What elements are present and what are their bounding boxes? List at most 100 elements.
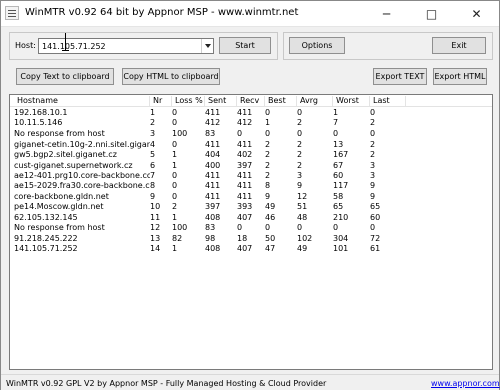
column-avrg[interactable]: Avrg [297,96,333,106]
table-cell: 210 [333,213,349,222]
table-cell: 83 [205,129,216,138]
table-cell: 2 [265,150,271,159]
table-row[interactable]: core-backbone.gldn.net 9 0 411 411 9 12 58 9 [10,192,492,202]
table-cell: 12 [297,192,308,201]
table-row[interactable]: 141.105.71.252 14 1 408 407 47 49 101 61 [10,244,492,254]
column-last[interactable]: Last [370,96,406,106]
table-cell: 61 [370,244,381,253]
table-cell: 7 [150,171,156,180]
column-worst[interactable]: Worst [333,96,370,106]
table-row[interactable]: 10.11.5.146 2 0 412 412 1 2 7 2 [10,118,492,128]
table-cell: 408 [205,244,221,253]
status-text: WinMTR v0.92 GPL V2 by Appnor MSP - Full… [6,379,327,388]
table-cell: 2 [297,118,303,127]
table-cell: 2 [370,118,376,127]
table-cell: 411 [205,192,221,201]
table-cell: 5 [150,150,156,159]
table-cell: 3 [150,129,156,138]
close-button[interactable]: ✕ [454,1,499,27]
table-cell: No response from host [14,129,105,138]
table-row[interactable]: pe14.Moscow.gldn.net 10 2 397 393 49 51 65 65 [10,202,492,212]
copy-text-button[interactable]: Copy Text to clipboard [16,68,114,85]
chevron-down-icon[interactable] [201,39,213,53]
table-cell: 47 [265,244,276,253]
table-cell: 46 [265,213,276,222]
table-cell: 7 [333,118,339,127]
table-cell: 49 [265,202,276,211]
column-loss[interactable]: Loss % [172,96,205,106]
table-row[interactable]: ae12-401.prg10.core-backbone.com 7 0 411 411… [10,171,492,181]
table-cell: 6 [150,161,156,170]
table-cell: 2 [297,150,303,159]
column-recv[interactable]: Recv [237,96,265,106]
table-cell: 48 [297,213,308,222]
table-cell: 408 [205,213,221,222]
table-cell: 141.105.71.252 [14,244,78,253]
table-cell: 0 [172,171,178,180]
column-nr[interactable]: Nr [150,96,172,106]
table-cell: 2 [370,150,376,159]
copy-html-button[interactable]: Copy HTML to clipboard [122,68,220,85]
table-cell: 8 [150,181,156,190]
table-cell: 2 [150,118,156,127]
export-html-button[interactable]: Export HTML [433,68,487,85]
table-cell: giganet-cetin.10g-2.nni.sitel.giganet.cz [14,140,150,149]
table-cell: 0 [172,181,178,190]
table-row[interactable]: 91.218.245.222 13 82 98 18 50 102 304 72 [10,234,492,244]
options-button[interactable]: Options [289,37,345,54]
table-cell: 0 [172,108,178,117]
table-cell: 400 [205,161,221,170]
table-body: 192.168.10.1 1 0 411 411 0 0 1 0 10.11.5.146 2 0 412… [10,108,492,369]
exit-button[interactable]: Exit [432,37,486,54]
table-cell: 100 [172,129,188,138]
table-cell: 1 [172,244,178,253]
table-cell: 2 [265,161,271,170]
export-text-button[interactable]: Export TEXT [373,68,427,85]
table-cell: 50 [265,234,276,243]
start-button[interactable]: Start [219,37,271,54]
table-cell: 60 [370,213,381,222]
column-hostname[interactable]: Hostname [14,96,150,106]
table-cell: 65 [370,202,381,211]
table-row[interactable]: No response from host 12 100 83 0 0 0 0 0 [10,223,492,233]
table-cell: 13 [150,234,161,243]
status-bar: WinMTR v0.92 GPL V2 by Appnor MSP - Full… [1,374,500,390]
table-cell: 3 [370,171,376,180]
table-cell: 0 [237,129,243,138]
table-cell: 0 [265,129,271,138]
table-cell: 0 [172,118,178,127]
table-cell: 3 [297,171,303,180]
table-row[interactable]: No response from host 3 100 83 0 0 0 0 0 [10,129,492,139]
table-row[interactable]: ae15-2029.fra30.core-backbone.com 8 0 411 41… [10,181,492,191]
minimize-button[interactable]: ─ [364,1,409,27]
maximize-button[interactable]: □ [409,1,454,27]
table-row[interactable]: 192.168.10.1 1 0 411 411 0 0 1 0 [10,108,492,118]
trace-table[interactable]: Hostname Nr Loss % Sent Recv Best Avrg W… [9,94,493,370]
table-cell: 1 [172,161,178,170]
column-best[interactable]: Best [265,96,297,106]
table-cell: 49 [297,244,308,253]
table-row[interactable]: giganet-cetin.10g-2.nni.sitel.giganet.cz… [10,140,492,150]
table-cell: No response from host [14,223,105,232]
table-cell: 411 [205,108,221,117]
table-cell: 117 [333,181,349,190]
table-cell: 0 [333,129,339,138]
winmtr-window: WinMTR v0.92 64 bit by Appnor MSP - www.… [0,0,500,390]
table-cell: 2 [172,202,178,211]
table-cell: 3 [370,161,376,170]
table-cell: 167 [333,150,349,159]
table-row[interactable]: 62.105.132.145 11 1 408 407 46 48 210 60 [10,213,492,223]
table-cell: 83 [205,223,216,232]
appnor-link[interactable]: www.appnor.com [431,379,500,389]
table-cell: 10 [150,202,161,211]
table-row[interactable]: gw5.bgp2.sitel.giganet.cz 5 1 404 402 2 2 167 2 [10,150,492,160]
table-cell: 51 [297,202,308,211]
table-cell: 411 [205,181,221,190]
table-cell: 412 [237,118,253,127]
column-sent[interactable]: Sent [205,96,237,106]
table-row[interactable]: cust-giganet.supernetwork.cz 6 1 400 397 2 2 67… [10,161,492,171]
table-cell: pe14.Moscow.gldn.net [14,202,104,211]
table-cell: 1 [265,118,271,127]
table-cell: 407 [237,244,253,253]
table-cell: 4 [150,140,156,149]
